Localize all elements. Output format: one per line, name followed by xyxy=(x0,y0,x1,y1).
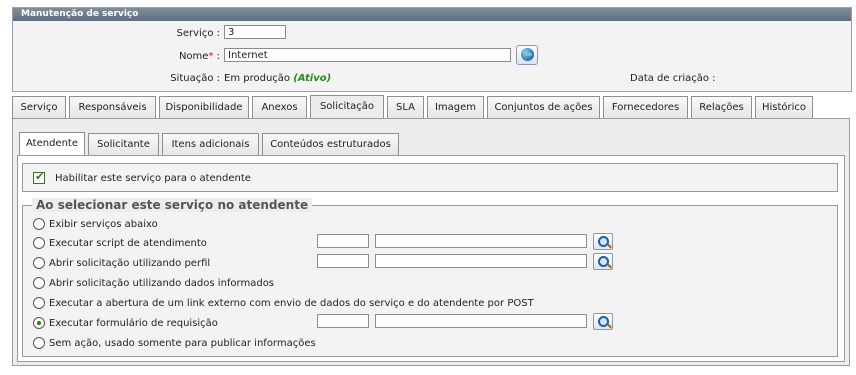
perfil-name-input[interactable] xyxy=(375,254,587,268)
search-icon xyxy=(598,256,609,267)
formulario-search-button[interactable] xyxy=(593,313,613,330)
script-search-button[interactable] xyxy=(593,233,613,250)
tab-servico[interactable]: Serviço xyxy=(12,96,66,118)
script-code-input[interactable] xyxy=(317,234,369,248)
panel-title: Manutenção de serviço xyxy=(13,8,851,21)
subtab-solicitante[interactable]: Solicitante xyxy=(88,133,159,155)
tab-solicitacao[interactable]: Solicitação xyxy=(310,95,384,119)
radio-link-externo[interactable] xyxy=(33,297,45,309)
subtab-itens-adicionais[interactable]: Itens adicionais xyxy=(162,133,259,155)
tab-anexos[interactable]: Anexos xyxy=(252,96,307,118)
search-icon xyxy=(598,316,609,327)
servico-label: Serviço : xyxy=(176,28,220,39)
radio-label-abrir-perfil: Abrir solicitação utilizando perfil xyxy=(49,258,211,269)
nome-input[interactable]: Internet xyxy=(224,48,511,62)
radio-executar-script[interactable] xyxy=(33,237,45,249)
nome-label: Nome* : xyxy=(110,51,220,62)
data-criacao-label: Data de criação : xyxy=(630,73,716,84)
tab-sla[interactable]: SLA xyxy=(387,96,424,118)
radio-label-abrir-dados: Abrir solicitação utilizando dados infor… xyxy=(49,278,275,289)
enable-checkbox[interactable] xyxy=(33,170,45,184)
formulario-code-input[interactable] xyxy=(317,314,369,328)
globe-icon xyxy=(521,48,534,61)
tab-responsaveis[interactable]: Responsáveis xyxy=(69,96,156,118)
search-icon xyxy=(598,236,609,247)
tab-relacoes[interactable]: Relações xyxy=(691,96,752,118)
radio-label-sem-acao: Sem ação, usado somente para publicar in… xyxy=(49,338,316,349)
situacao-text: Em produção xyxy=(224,73,291,84)
script-name-input[interactable] xyxy=(375,234,587,248)
fieldset-legend: Ao selecionar este serviço no atendente xyxy=(32,198,313,212)
radio-label-formulario-requisicao: Executar formulário de requisição xyxy=(49,318,218,329)
tab-historico[interactable]: Histórico xyxy=(755,96,813,118)
perfil-search-button[interactable] xyxy=(593,253,613,270)
radio-label-exibir-servicos: Exibir serviços abaixo xyxy=(49,219,158,230)
tab-disponibilidade[interactable]: Disponibilidade xyxy=(159,96,249,118)
subtab-atendente[interactable]: Atendente xyxy=(19,132,85,156)
radio-label-executar-script: Executar script de atendimento xyxy=(49,238,207,249)
formulario-name-input[interactable] xyxy=(375,314,587,328)
tab-fornecedores[interactable]: Fornecedores xyxy=(603,96,688,118)
nome-label-colon: : xyxy=(213,51,220,62)
situacao-label: Situação : xyxy=(170,73,220,84)
servico-input[interactable]: 3 xyxy=(224,25,286,39)
nome-label-text: Nome xyxy=(178,51,209,62)
enable-checkbox-label: Habilitar este serviço para o atendente xyxy=(55,173,251,184)
tab-conjuntos-de-acoes[interactable]: Conjuntos de ações xyxy=(487,96,600,118)
radio-sem-acao[interactable] xyxy=(33,337,45,349)
perfil-code-input[interactable] xyxy=(317,254,369,268)
tab-imagem[interactable]: Imagem xyxy=(427,96,484,118)
radio-formulario-requisicao[interactable] xyxy=(33,317,45,329)
radio-label-link-externo: Executar a abertura de um link externo c… xyxy=(49,298,534,309)
subtab-conteudos-estruturados[interactable]: Conteúdos estruturados xyxy=(262,133,399,155)
radio-abrir-dados[interactable] xyxy=(33,277,45,289)
globe-button[interactable] xyxy=(516,45,538,65)
situacao-value: Em produção (Ativo) xyxy=(224,73,331,84)
status-badge: (Ativo) xyxy=(293,73,332,84)
radio-exibir-servicos[interactable] xyxy=(33,218,45,230)
radio-abrir-perfil[interactable] xyxy=(33,257,45,269)
